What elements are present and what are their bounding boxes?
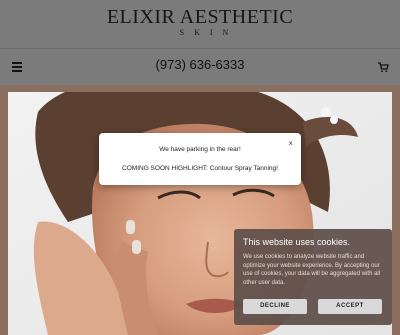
announcement-modal: × We have parking in the rear! COMING SO… [99, 133, 301, 185]
site-header: ELIXIR AESTHETIC SKIN [0, 0, 400, 48]
site-logo[interactable]: ELIXIR AESTHETIC SKIN [0, 6, 400, 38]
decline-button[interactable]: DECLINE [243, 299, 307, 314]
logo-title: ELIXIR AESTHETIC [106, 6, 294, 28]
cart-icon[interactable] [377, 61, 389, 73]
cookie-banner: This website uses cookies. We use cookie… [234, 229, 392, 325]
modal-message-parking: We have parking in the rear! [159, 146, 241, 153]
cookie-description: We use cookies to analyze website traffi… [243, 254, 381, 286]
accept-button[interactable]: ACCEPT [318, 299, 382, 314]
logo-subtitle: SKIN [179, 28, 239, 37]
phone-number-link[interactable]: (973) 636-6333 [0, 57, 400, 72]
cookie-title: This website uses cookies. [243, 237, 351, 247]
nav-bar: (973) 636-6333 [0, 48, 400, 85]
modal-message-highlight: COMING SOON HIGHLIGHT: Contour Spray Tan… [122, 165, 278, 172]
